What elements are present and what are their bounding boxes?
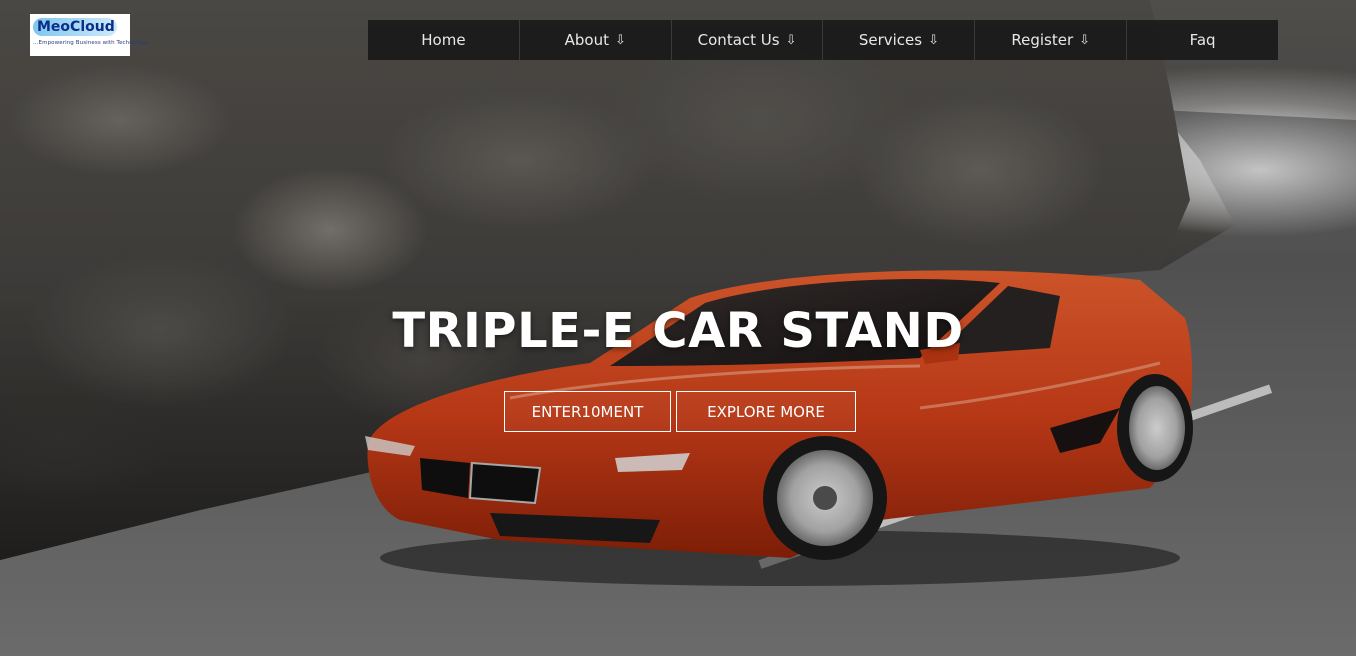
main-nav: Home About ⇩ Contact Us ⇩ Services ⇩ Reg… [368, 20, 1278, 60]
nav-item-contact-us[interactable]: Contact Us ⇩ [672, 20, 824, 60]
down-arrow-icon: ⇩ [928, 32, 939, 48]
nav-label: Faq [1189, 31, 1216, 49]
down-arrow-icon: ⇩ [785, 32, 797, 48]
nav-item-faq[interactable]: Faq [1127, 20, 1278, 60]
nav-item-about[interactable]: About ⇩ [520, 20, 672, 60]
nav-item-register[interactable]: Register ⇩ [975, 20, 1128, 60]
logo-brand: MeoCloud [33, 18, 117, 36]
nav-item-home[interactable]: Home [368, 20, 520, 60]
entertainment-button[interactable]: ENTER10MENT [504, 391, 671, 432]
hero-title: TRIPLE-E CAR STAND [392, 303, 964, 359]
nav-label: Register [1011, 31, 1074, 49]
site-logo[interactable]: MeoCloud ...Empowering Business with Tec… [30, 14, 149, 56]
down-arrow-icon: ⇩ [1079, 32, 1091, 48]
nav-label: Contact Us [697, 31, 780, 49]
nav-item-services[interactable]: Services ⇩ [823, 20, 976, 60]
nav-label: Home [421, 31, 466, 49]
explore-more-button[interactable]: EXPLORE MORE [676, 391, 856, 432]
logo-tagline: ...Empowering Business with Technology [33, 40, 149, 46]
nav-label: About [564, 31, 609, 49]
nav-label: Services [858, 31, 923, 49]
down-arrow-icon: ⇩ [614, 32, 626, 48]
